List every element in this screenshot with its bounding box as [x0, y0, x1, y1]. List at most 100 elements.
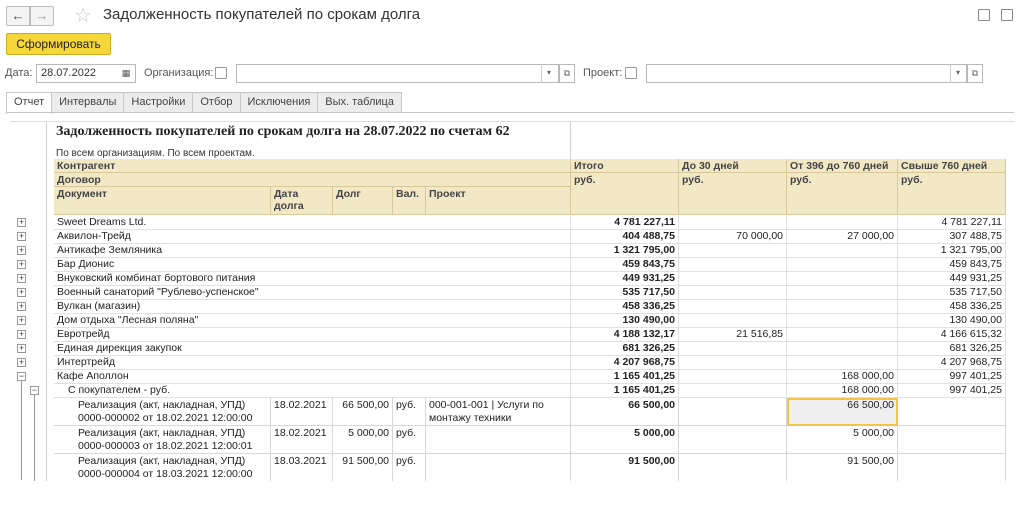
debt-date-cell: 18.02.2021 — [271, 398, 333, 426]
counterparty-total: 404 488,75 — [571, 230, 679, 244]
document-number: 0000-000003 от 18.02.2021 12:00:01 — [78, 440, 253, 452]
header-over760: Свыше 760 дней — [898, 159, 1006, 173]
counterparty-name[interactable]: Интертрейд — [54, 356, 571, 370]
counterparty-total: 4 781 227,11 — [571, 216, 679, 230]
header-total-unit: руб. — [571, 173, 679, 215]
title-bar: ← → ☆ Задолженность покупателей по срока… — [0, 0, 1023, 32]
document-cell[interactable]: Реализация (акт, накладная, УПД) 0000-000… — [54, 398, 271, 426]
counterparty-over760: 449 931,25 — [898, 272, 1006, 286]
counterparty-total: 535 717,50 — [571, 286, 679, 300]
expand-icon[interactable]: + — [17, 274, 26, 283]
date-label: Дата: — [5, 67, 33, 79]
counterparty-to30 — [679, 258, 787, 272]
back-button[interactable]: ← — [6, 6, 30, 26]
expand-icon[interactable]: + — [17, 344, 26, 353]
expand-icon[interactable]: + — [17, 358, 26, 367]
tab-settings[interactable]: Настройки — [123, 92, 194, 113]
contract-name[interactable]: С покупателем - руб. — [54, 384, 571, 398]
counterparty-d396-760 — [787, 328, 898, 342]
forward-button[interactable]: → — [30, 6, 54, 26]
counterparty-name[interactable]: Дом отдыха "Лесная поляна" — [54, 314, 571, 328]
project-field[interactable] — [646, 64, 967, 83]
counterparty-total: 459 843,75 — [571, 258, 679, 272]
expand-icon[interactable]: + — [17, 302, 26, 311]
header-396-760: От 396 до 760 дней — [787, 159, 898, 173]
doc-d396-760[interactable]: 91 500,00 — [787, 454, 898, 481]
expand-icon[interactable]: + — [17, 218, 26, 227]
tree-column-divider — [46, 122, 47, 481]
collapse-icon[interactable]: − — [30, 386, 39, 395]
expand-icon[interactable]: + — [17, 330, 26, 339]
counterparty-d396-760 — [787, 300, 898, 314]
counterparty-name[interactable]: Внуковский комбинат бортового питания — [54, 272, 571, 286]
counterparty-over760: 459 843,75 — [898, 258, 1006, 272]
tab-output-table[interactable]: Вых. таблица — [317, 92, 402, 113]
currency-cell: руб. — [393, 398, 426, 426]
document-cell[interactable]: Реализация (акт, накладная, УПД) 0000-000… — [54, 426, 271, 454]
counterparty-total: 458 336,25 — [571, 300, 679, 314]
generate-report-button[interactable]: Сформировать — [6, 33, 111, 55]
counterparty-name[interactable]: Вулкан (магазин) — [54, 300, 571, 314]
counterparty-name[interactable]: Кафе Аполлон — [54, 370, 571, 384]
debt-date-cell: 18.03.2021 — [271, 454, 333, 481]
header-to30-unit: руб. — [679, 173, 787, 215]
expand-icon[interactable]: + — [17, 316, 26, 325]
counterparty-name[interactable]: Аквилон-Трейд — [54, 230, 571, 244]
contract-over760: 997 401,25 — [898, 384, 1006, 398]
header-396-760-unit: руб. — [787, 173, 898, 215]
counterparty-d396-760 — [787, 216, 898, 230]
project-open-icon[interactable]: ⧉ — [967, 64, 983, 83]
calendar-icon[interactable]: ▦ — [118, 64, 134, 83]
project-checkbox[interactable] — [625, 67, 637, 79]
doc-d396-760[interactable]: 66 500,00 — [787, 398, 898, 426]
save-icon[interactable] — [978, 9, 990, 21]
counterparty-over760: 997 401,25 — [898, 370, 1006, 384]
counterparty-d396-760 — [787, 244, 898, 258]
counterparty-d396-760 — [787, 286, 898, 300]
currency-cell: руб. — [393, 426, 426, 454]
organization-dropdown-icon[interactable]: ▾ — [541, 64, 556, 83]
report-title: Задолженность покупателей по срокам долг… — [56, 124, 510, 139]
counterparty-name[interactable]: Военный санаторий "Рублево-успенское" — [54, 286, 571, 300]
tab-exclusions[interactable]: Исключения — [239, 92, 319, 113]
counterparty-over760: 681 326,25 — [898, 342, 1006, 356]
counterparty-d396-760 — [787, 272, 898, 286]
project-label: Проект: — [583, 67, 623, 79]
header-counterparty: Контрагент — [54, 159, 571, 173]
counterparty-name[interactable]: Антикафе Земляника — [54, 244, 571, 258]
debt-cell: 91 500,00 — [333, 454, 393, 481]
counterparty-over760: 535 717,50 — [898, 286, 1006, 300]
document-cell[interactable]: Реализация (акт, накладная, УПД) 0000-000… — [54, 454, 271, 481]
counterparty-over760: 4 781 227,11 — [898, 216, 1006, 230]
organization-checkbox[interactable] — [215, 67, 227, 79]
counterparty-over760: 130 490,00 — [898, 314, 1006, 328]
expand-icon[interactable]: + — [17, 232, 26, 241]
document-number: 0000-000002 от 18.02.2021 12:00:00 — [78, 412, 253, 424]
counterparty-name[interactable]: Евротрейд — [54, 328, 571, 342]
tab-filter[interactable]: Отбор — [192, 92, 241, 113]
document-type: Реализация (акт, накладная, УПД) — [78, 399, 246, 411]
organization-open-icon[interactable]: ⧉ — [559, 64, 575, 83]
window-menu-icon[interactable] — [1001, 9, 1013, 21]
favorite-star-icon[interactable]: ☆ — [74, 3, 92, 28]
counterparty-d396-760: 168 000,00 — [787, 370, 898, 384]
expand-icon[interactable]: + — [17, 288, 26, 297]
project-line: 000-001-001 | Услуги по — [429, 399, 544, 411]
tab-intervals[interactable]: Интервалы — [51, 92, 125, 113]
counterparty-name[interactable]: Бар Дионис — [54, 258, 571, 272]
project-dropdown-icon[interactable]: ▾ — [950, 64, 965, 83]
counterparty-to30: 21 516,85 — [679, 328, 787, 342]
expand-icon[interactable]: + — [17, 246, 26, 255]
counterparty-d396-760 — [787, 356, 898, 370]
organization-field[interactable] — [236, 64, 559, 83]
counterparty-name[interactable]: Единая дирекция закупок — [54, 342, 571, 356]
tab-report[interactable]: Отчет — [6, 92, 53, 114]
counterparty-name[interactable]: Sweet Dreams Ltd. — [54, 216, 571, 230]
counterparty-over760: 307 488,75 — [898, 230, 1006, 244]
doc-to30 — [679, 398, 787, 426]
counterparty-total: 681 326,25 — [571, 342, 679, 356]
doc-d396-760[interactable]: 5 000,00 — [787, 426, 898, 454]
report-area[interactable]: Задолженность покупателей по срокам долг… — [10, 121, 1015, 481]
doc-total: 91 500,00 — [571, 454, 679, 481]
expand-icon[interactable]: + — [17, 260, 26, 269]
